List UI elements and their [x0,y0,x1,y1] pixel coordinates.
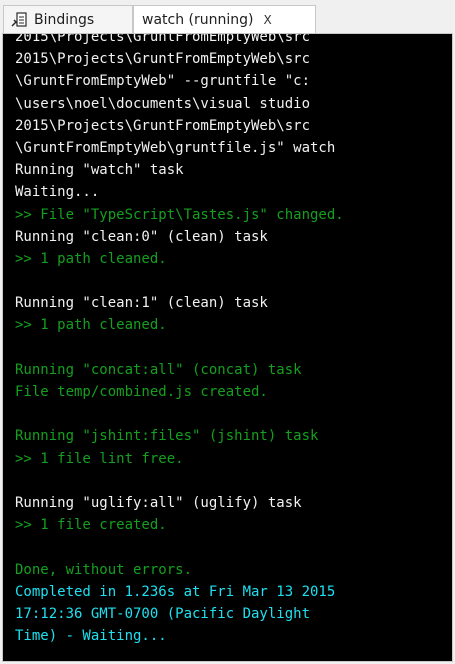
console-line: Running "uglify:all" (uglify) task [15,494,302,511]
console-line: >> 1 path cleaned. [15,250,167,267]
console-line: \GruntFromEmptyWeb\gruntfile.js" watch [15,139,336,156]
console-line: Time) - Waiting... [15,628,167,645]
bindings-icon [11,12,27,27]
console-line: \users\noel\documents\visual studio [15,95,311,112]
console-line: >> 1 path cleaned. [15,317,167,334]
console-line: Done, without errors. [15,561,193,578]
tab-bar: Bindings watch (running) X [0,0,455,34]
tab-watch-running[interactable]: watch (running) X [133,5,316,34]
console-line: Running "watch" task [15,162,184,179]
console-line: >> 1 file created. [15,517,167,534]
console-line: 2015\Projects\GruntFromEmptyWeb\src [15,117,311,134]
console-line: >> File "TypeScript\Tastes.js" changed. [15,206,344,223]
tab-bindings[interactable]: Bindings [3,5,133,34]
console-line: Running "clean:0" (clean) task [15,228,268,245]
console-line: >> 1 file lint free. [15,450,184,467]
console-line: Running "concat:all" (concat) task [15,361,302,378]
console-line: Completed in 1.236s at Fri Mar 13 2015 [15,583,336,600]
console-output-lines: 2015\Projects\GruntFromEmptyWeb\src 2015\… [15,33,452,647]
console-line: Waiting... [15,184,100,201]
console-line: Running "clean:1" (clean) task [15,295,268,312]
console-line: 17:12:36 GMT-0700 (Pacific Daylight [15,605,311,622]
close-icon[interactable]: X [264,13,272,27]
console-line: Running "jshint:files" (jshint) task [15,428,319,445]
tab-watch-running-label: watch (running) [142,12,254,28]
console-line: File temp/combined.js created. [15,384,268,400]
task-runner-window: Bindings watch (running) X 2015\Projects… [0,0,455,664]
console-line: \GruntFromEmptyWeb" --gruntfile "c: [15,73,311,90]
console-line: 2015\Projects\GruntFromEmptyWeb\src [15,51,311,68]
tab-bindings-label: Bindings [34,12,95,28]
task-output-console[interactable]: 2015\Projects\GruntFromEmptyWeb\src 2015\… [2,33,453,662]
console-line: 2015\Projects\GruntFromEmptyWeb\src [15,33,311,45]
